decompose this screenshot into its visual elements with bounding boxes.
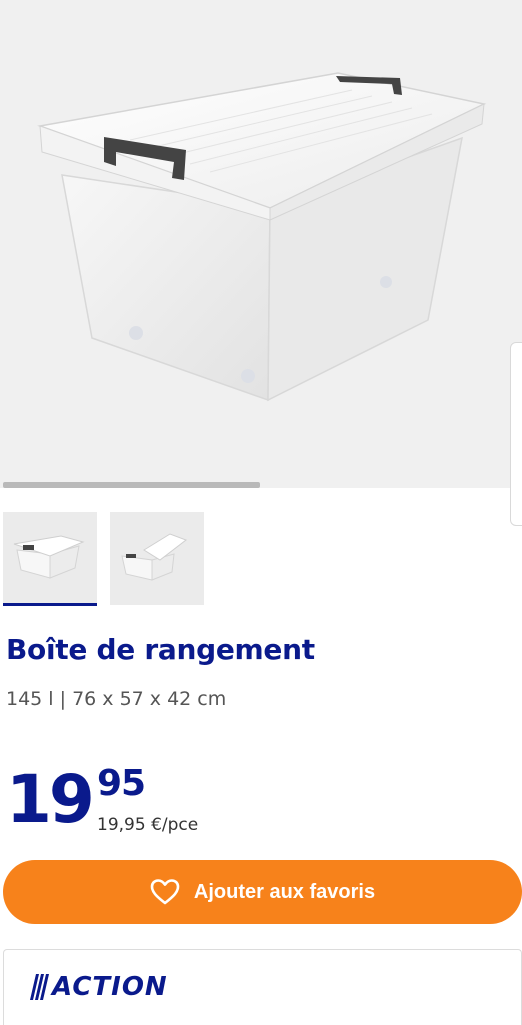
- product-image: [37, 72, 487, 402]
- storage-box-closed-image: [13, 535, 85, 579]
- product-specs: 145 l | 76 x 57 x 42 cm: [6, 688, 227, 710]
- side-panel-edge[interactable]: [510, 342, 522, 526]
- product-title: Boîte de rangement: [6, 633, 315, 666]
- thumbnail-selected-indicator: [3, 603, 97, 606]
- unit-price: 19,95 €/pce: [97, 815, 199, 835]
- storage-box-open-image: [121, 533, 188, 581]
- logo-text: ACTION: [52, 972, 168, 1002]
- price-integer: 19: [6, 761, 95, 838]
- action-logo: ACTION: [30, 972, 168, 1002]
- seller-card[interactable]: ACTION: [3, 949, 522, 1025]
- thumbnail-1[interactable]: [3, 512, 97, 605]
- logo-slashes-icon: [30, 974, 49, 1000]
- product-image-carousel[interactable]: [0, 0, 522, 488]
- add-to-favorites-label: Ajouter aux favoris: [193, 880, 376, 903]
- carousel-scroll-thumb[interactable]: [3, 482, 260, 488]
- thumbnail-2[interactable]: [110, 512, 204, 605]
- price-decimal: 95: [97, 763, 146, 804]
- heart-icon: [150, 879, 180, 905]
- add-to-favorites-button[interactable]: Ajouter aux favoris: [3, 860, 522, 924]
- carousel-scroll-track[interactable]: [3, 482, 513, 488]
